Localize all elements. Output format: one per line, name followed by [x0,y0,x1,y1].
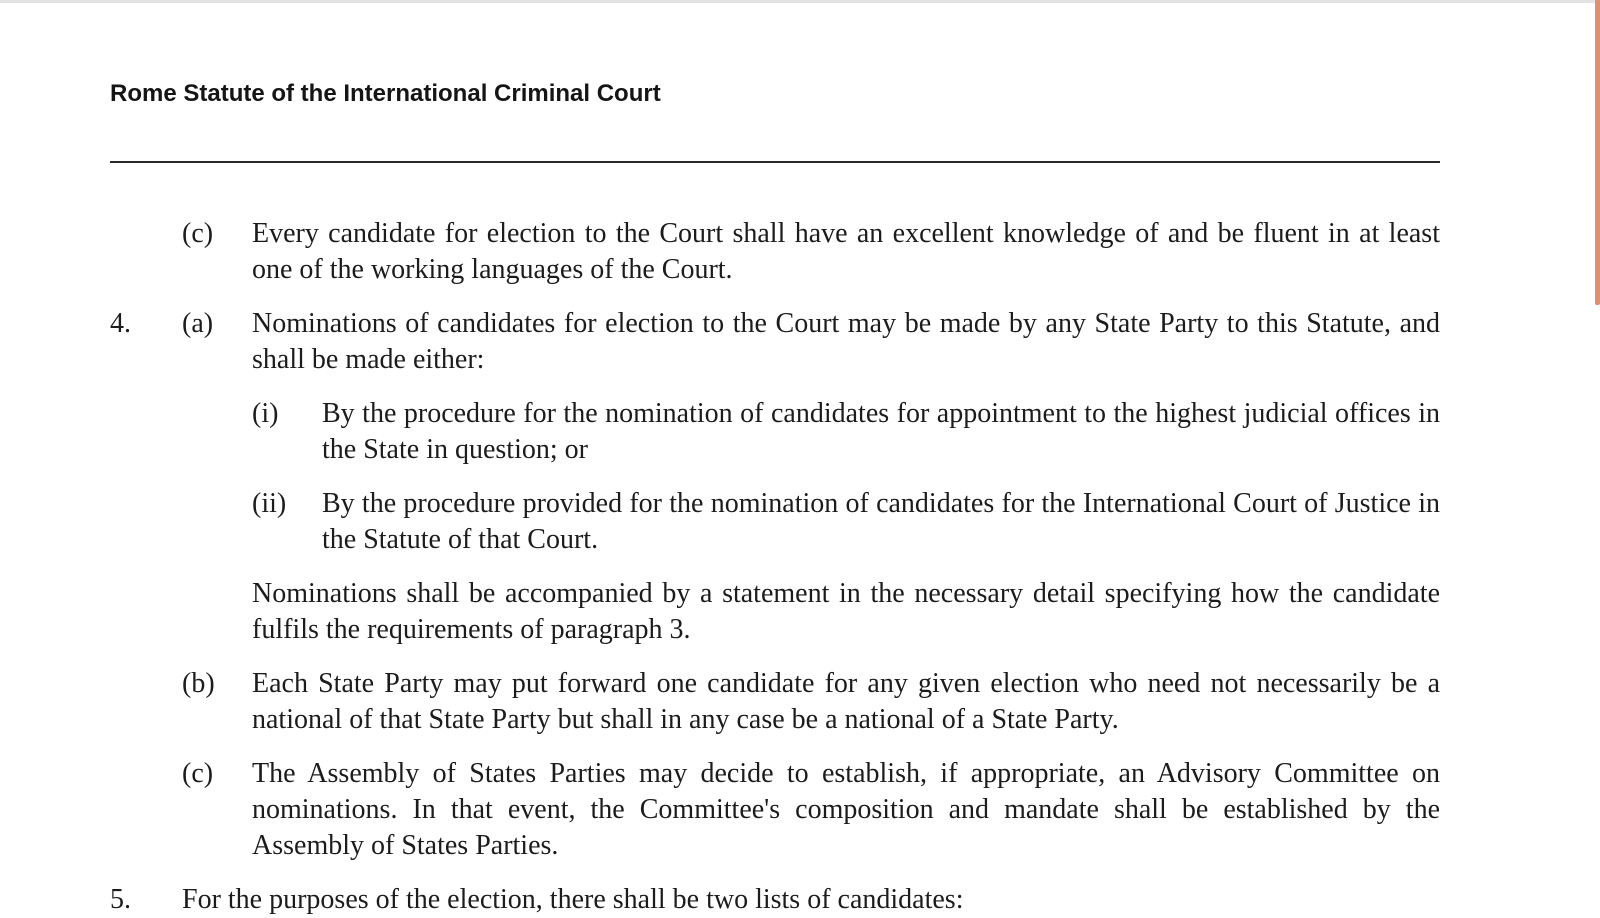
paragraph-number: 5. [110,884,131,915]
paragraph-text: Nominations shall be accompanied by a st… [252,578,1440,645]
paragraph-text: Each State Party may put forward one can… [252,668,1440,735]
document-body: (c) Every candidate for election to the … [110,216,1440,918]
subparagraph-label: (c) [182,218,214,249]
clause-text: By the procedure provided for the nomina… [322,488,1440,555]
clause-label: (i) [252,398,279,429]
paragraph-4a-ii: (ii) By the procedure provided for the n… [110,486,1440,558]
paragraph-4a-i: (i) By the procedure for the nomination … [110,396,1440,468]
paragraph-5: 5. For the purposes of the election, the… [110,882,1440,918]
header-divider [110,161,1440,163]
paragraph-text: Nominations of candidates for election t… [252,308,1440,375]
paragraph-number: 4. [110,308,131,339]
scrollbar-thumb[interactable] [1595,0,1600,305]
window-top-border [0,0,1600,3]
subparagraph-label: (a) [182,308,214,339]
subparagraph-label: (c) [182,758,214,789]
page-header-title: Rome Statute of the International Crimin… [110,80,661,107]
paragraph-text: The Assembly of States Parties may decid… [252,758,1440,861]
paragraph-text: For the purposes of the election, there … [182,884,964,915]
paragraph-4a-statement: Nominations shall be accompanied by a st… [110,576,1440,648]
paragraph-4c: (c) The Assembly of States Parties may d… [110,756,1440,864]
paragraph-4b: (b) Each State Party may put forward one… [110,666,1440,738]
clause-label: (ii) [252,488,287,519]
paragraph-4a: 4. (a) Nominations of candidates for ele… [110,306,1440,378]
paragraph-text: Every candidate for election to the Cour… [252,218,1440,285]
paragraph-3c: (c) Every candidate for election to the … [110,216,1440,288]
clause-text: By the procedure for the nomination of c… [322,398,1440,465]
vertical-scrollbar[interactable] [1595,0,1600,900]
subparagraph-label: (b) [182,668,215,699]
